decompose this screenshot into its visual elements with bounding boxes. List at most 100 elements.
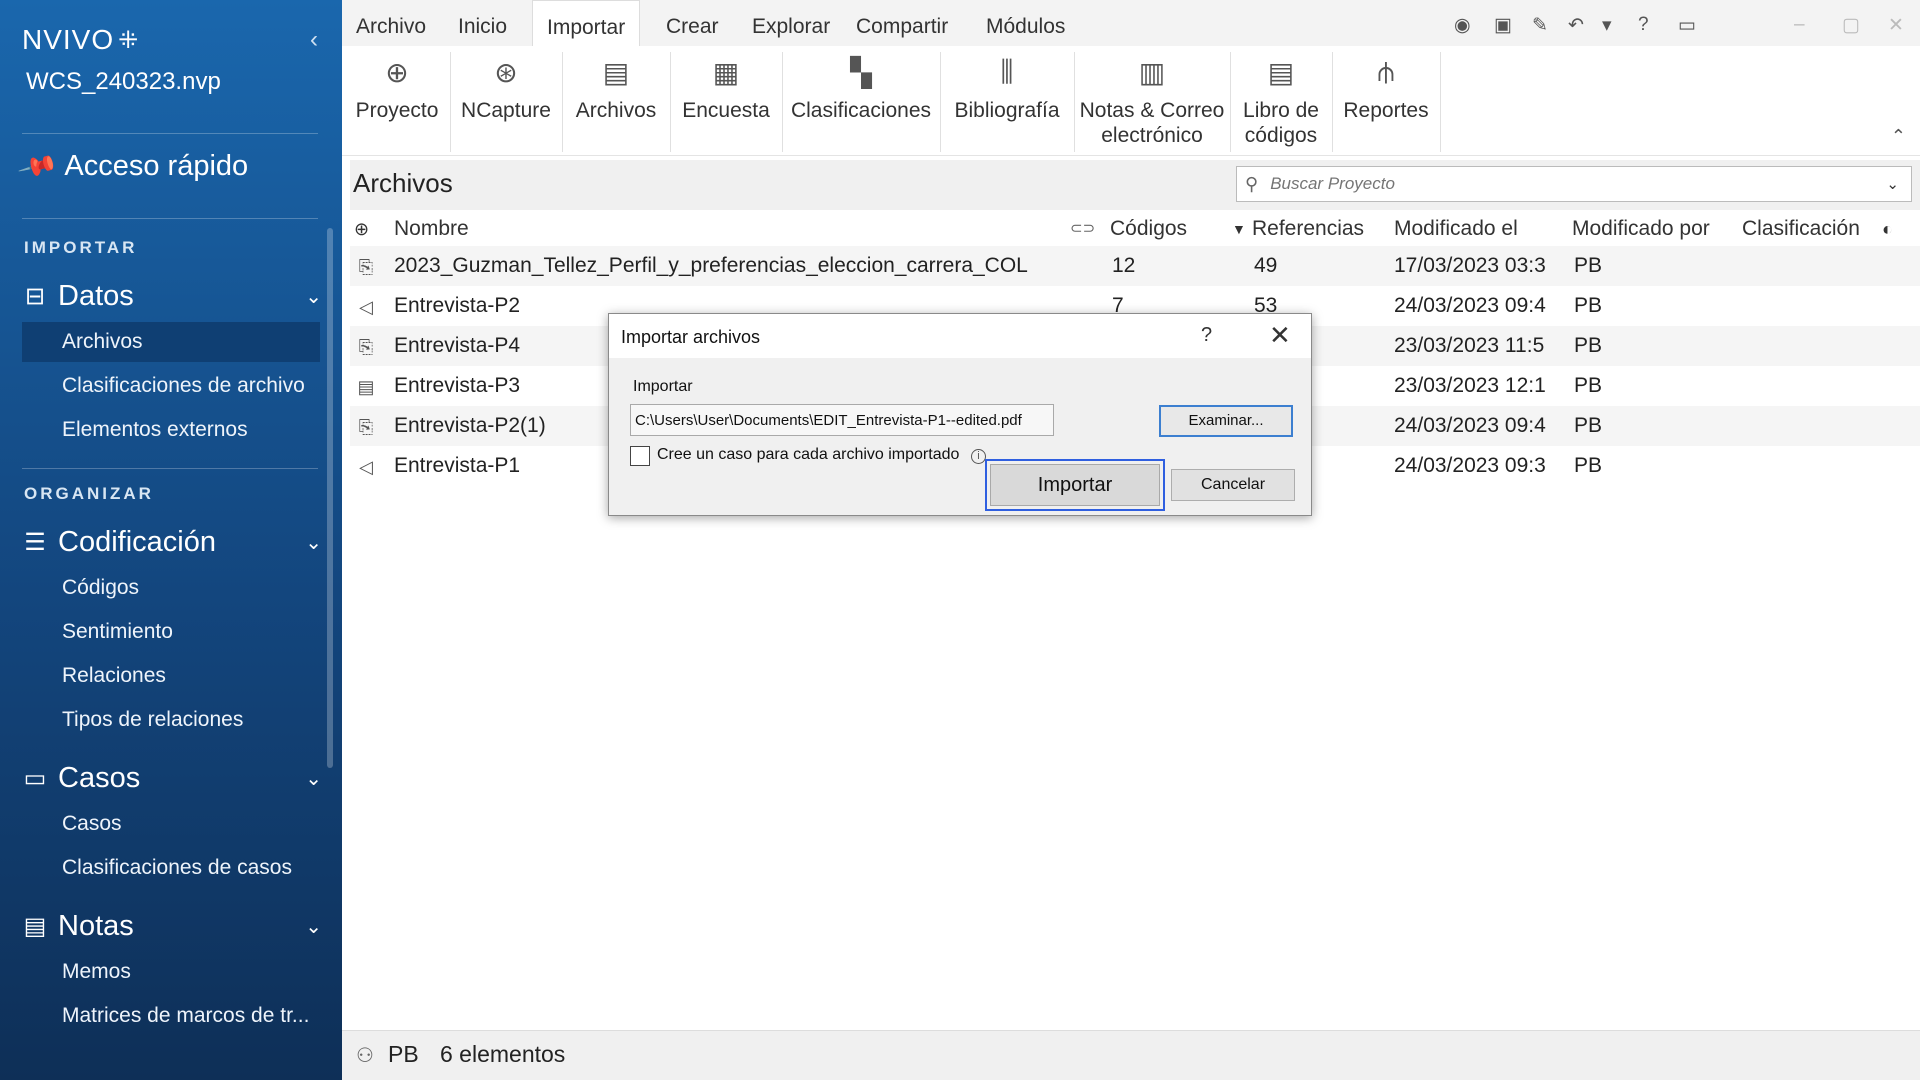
group-notas[interactable]: ▤ Notas ⌄ bbox=[22, 910, 322, 943]
group-datos[interactable]: ⊟ Datos ⌄ bbox=[22, 280, 322, 313]
ribbon-label: Clasificaciones bbox=[790, 99, 932, 122]
section-importar: IMPORTAR bbox=[24, 238, 138, 257]
divider bbox=[1074, 52, 1075, 152]
status-bar: ⚇ PB 6 elementos bbox=[342, 1030, 1920, 1080]
logo-text: NVIVO bbox=[22, 24, 115, 55]
libro-codigos-button[interactable]: ▤ Libro de códigos bbox=[1234, 46, 1328, 156]
cell-by: PB bbox=[1574, 454, 1603, 477]
reportes-button[interactable]: ⫛ Reportes bbox=[1336, 46, 1436, 156]
close-window-icon[interactable]: ✕ bbox=[1888, 14, 1904, 37]
column-codigos[interactable]: Códigos bbox=[1110, 212, 1187, 246]
cell-by: PB bbox=[1574, 374, 1603, 397]
column-modificado-el[interactable]: Modificado el bbox=[1394, 212, 1518, 246]
cell-name: 2023_Guzman_Tellez_Perfil_y_preferencias… bbox=[394, 254, 1028, 277]
info-icon[interactable]: i bbox=[971, 449, 986, 464]
sidebar-item-sentimiento[interactable]: Sentimiento bbox=[22, 612, 320, 652]
browse-button[interactable]: Examinar... bbox=[1159, 405, 1293, 437]
search-input[interactable] bbox=[1270, 174, 1887, 194]
cell-refs: 49 bbox=[1254, 254, 1278, 277]
document-icon: ▤ bbox=[357, 377, 375, 397]
sidebar-item-elementos-externos[interactable]: Elementos externos bbox=[22, 410, 320, 450]
comments-icon[interactable]: ▭ bbox=[1678, 14, 1696, 37]
column-nombre[interactable]: Nombre bbox=[394, 212, 469, 246]
navigation-sidebar: NVIVO ⁜ ‹ WCS_240323.nvp 📌 Acceso rápido… bbox=[0, 0, 342, 1080]
divider bbox=[670, 52, 671, 152]
proyecto-button[interactable]: ⊕ Proyecto bbox=[348, 46, 446, 156]
undo-icon[interactable]: ↶ bbox=[1568, 14, 1584, 37]
column-clasificacion[interactable]: Clasificación bbox=[1742, 212, 1860, 246]
files-icon: ▤ bbox=[602, 56, 630, 88]
page-title: Archivos bbox=[353, 168, 453, 198]
cell-modified: 23/03/2023 11:5 bbox=[1394, 334, 1545, 357]
list-icon: ☰ bbox=[24, 529, 46, 556]
section-organizar: ORGANIZAR bbox=[24, 484, 154, 503]
tab-crear[interactable]: Crear bbox=[652, 0, 733, 46]
tab-compartir[interactable]: Compartir bbox=[842, 0, 962, 46]
create-case-checkbox[interactable] bbox=[630, 446, 650, 466]
import-button[interactable]: Importar bbox=[985, 459, 1165, 511]
sidebar-item-codigos[interactable]: Códigos bbox=[22, 568, 320, 608]
column-referencias[interactable]: Referencias bbox=[1252, 212, 1364, 246]
quick-access[interactable]: 📌 Acceso rápido bbox=[17, 145, 248, 187]
select-column-icon[interactable]: ⊕ bbox=[354, 212, 369, 246]
chevron-down-icon: ⌄ bbox=[305, 916, 322, 938]
group-label: Datos bbox=[58, 280, 134, 312]
tab-explorar[interactable]: Explorar bbox=[738, 0, 844, 46]
sidebar-item-relaciones[interactable]: Relaciones bbox=[22, 656, 320, 696]
sort-desc-icon: ▼ bbox=[1232, 221, 1246, 237]
tab-archivo[interactable]: Archivo bbox=[342, 0, 440, 46]
sidebar-item-matrices[interactable]: Matrices de marcos de tr... bbox=[22, 996, 320, 1036]
account-icon[interactable]: ◉ bbox=[1454, 14, 1471, 37]
bibliografia-button[interactable]: ⫼ Bibliografía bbox=[944, 46, 1070, 156]
table-row[interactable]: ⎘ 2023_Guzman_Tellez_Perfil_y_preferenci… bbox=[350, 246, 1920, 286]
cell-modified: 24/03/2023 09:4 bbox=[1394, 294, 1546, 317]
group-label: Casos bbox=[58, 762, 141, 794]
sidebar-item-tipos-relaciones[interactable]: Tipos de relaciones bbox=[22, 700, 320, 740]
collapse-sidebar-icon[interactable]: ‹ bbox=[310, 26, 318, 54]
group-label: Codificación bbox=[58, 526, 216, 558]
cell-by: PB bbox=[1574, 254, 1603, 277]
palette-icon[interactable]: ◐ bbox=[1882, 212, 1893, 246]
chevron-up-icon[interactable]: ⌃ bbox=[1891, 126, 1906, 147]
ncapture-button[interactable]: ⊛ NCapture bbox=[454, 46, 558, 156]
tab-importar[interactable]: Importar bbox=[532, 0, 641, 46]
group-casos[interactable]: ▭ Casos ⌄ bbox=[22, 762, 322, 795]
edit-icon[interactable]: ✎ bbox=[1532, 14, 1548, 37]
file-path-field[interactable] bbox=[630, 404, 1054, 436]
sidebar-item-memos[interactable]: Memos bbox=[22, 952, 320, 992]
sidebar-scrollbar[interactable] bbox=[327, 228, 333, 768]
divider bbox=[562, 52, 563, 152]
column-modificado-por[interactable]: Modificado por bbox=[1572, 212, 1710, 246]
file-list-panel: Archivos ⚲ ⌄ ⊕ Nombre ⊂⊃ Códigos ▼ Refer… bbox=[350, 160, 1920, 1026]
minimize-icon[interactable]: – bbox=[1794, 14, 1805, 36]
tab-modulos[interactable]: Módulos bbox=[972, 0, 1079, 46]
archivos-button[interactable]: ▤ Archivos bbox=[566, 46, 666, 156]
ribbon-label: Reportes bbox=[1343, 99, 1429, 122]
cancel-button[interactable]: Cancelar bbox=[1171, 469, 1295, 501]
help-button[interactable]: ? bbox=[1201, 324, 1212, 347]
sidebar-item-casos[interactable]: Casos bbox=[22, 804, 320, 844]
maximize-icon[interactable]: ▢ bbox=[1842, 14, 1860, 37]
close-icon[interactable]: ✕ bbox=[1269, 320, 1291, 351]
pdf-icon: ⎘ bbox=[358, 257, 374, 277]
notas-correo-button[interactable]: ▥ Notas & Correo electrónico bbox=[1078, 46, 1226, 156]
save-icon[interactable]: ▣ bbox=[1494, 14, 1512, 37]
notes-icon: ▤ bbox=[23, 913, 47, 940]
sidebar-item-clasificaciones-archivo[interactable]: Clasificaciones de archivo bbox=[22, 366, 320, 406]
encuesta-button[interactable]: ▦ Encuesta bbox=[674, 46, 778, 156]
ribbon-label: Bibliografía bbox=[954, 99, 1060, 122]
clasificaciones-button[interactable]: ▚ Clasificaciones bbox=[786, 46, 936, 156]
help-icon[interactable]: ? bbox=[1638, 14, 1649, 36]
group-label: Notas bbox=[58, 910, 134, 942]
group-codificacion[interactable]: ☰ Codificación ⌄ bbox=[22, 526, 322, 559]
link-icon[interactable]: ⊂⊃ bbox=[1070, 212, 1095, 246]
chevron-down-icon[interactable]: ⌄ bbox=[1886, 175, 1899, 193]
cell-by: PB bbox=[1574, 414, 1603, 437]
sidebar-item-clasificaciones-casos[interactable]: Clasificaciones de casos bbox=[22, 848, 320, 888]
tab-inicio[interactable]: Inicio bbox=[444, 0, 521, 46]
audio-icon: ◁ bbox=[359, 457, 373, 477]
search-icon: ⚲ bbox=[1245, 173, 1259, 194]
search-box[interactable]: ⚲ ⌄ bbox=[1236, 166, 1912, 202]
customize-icon[interactable]: ▾ bbox=[1602, 14, 1612, 37]
sidebar-item-archivos[interactable]: Archivos bbox=[22, 322, 320, 362]
